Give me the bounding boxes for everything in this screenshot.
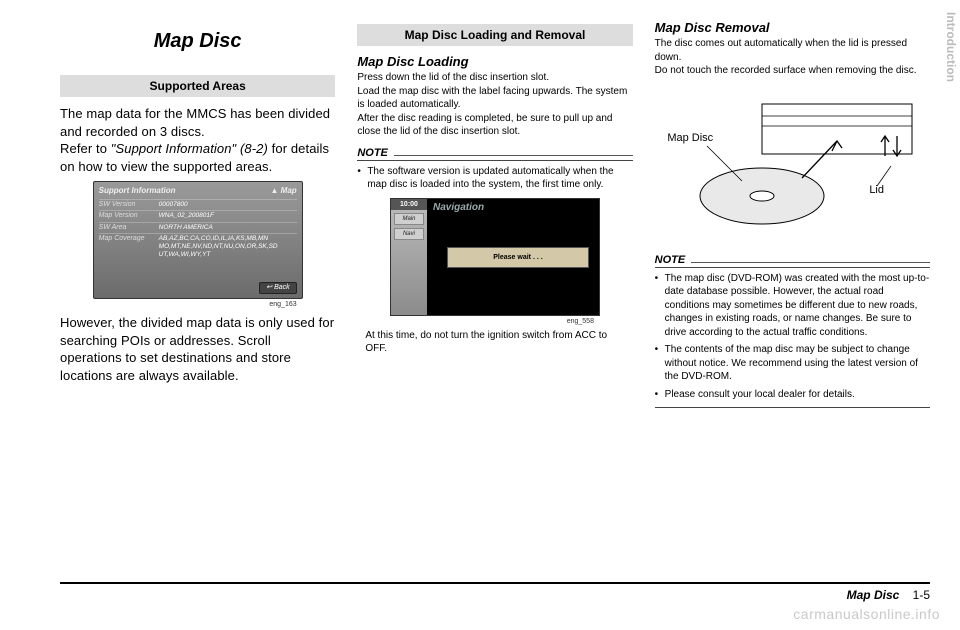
table-row: Map CoverageAB,AZ,BC,CA,CO,ID,IL,IA,KS,M…	[99, 233, 297, 259]
row-val: AB,AZ,BC,CA,CO,ID,IL,IA,KS,MB,MN MO,MT,N…	[159, 235, 297, 258]
footer-title: Map Disc	[847, 588, 900, 602]
subhead-removal: Map Disc Removal	[655, 20, 930, 35]
sidebar-tab-navi: Navi	[394, 228, 424, 240]
loading-p3: After the disc reading is completed, be …	[357, 112, 632, 139]
note-label-text: NOTE	[357, 147, 388, 159]
loading-p1: Press down the lid of the disc insertion…	[357, 71, 632, 85]
section-loading-removal: Map Disc Loading and Removal	[357, 24, 632, 46]
please-wait-screenshot: 10:00 Main Navi Navigation Please wait .…	[390, 198, 600, 325]
clock-label: 10:00	[391, 199, 427, 210]
list-item: Please consult your local dealer for det…	[655, 388, 930, 402]
support-info-screen: Support Information ▲ Map SW Version0000…	[93, 181, 303, 299]
note-end-rule	[655, 407, 930, 408]
please-wait-screen: 10:00 Main Navi Navigation Please wait .…	[390, 198, 600, 316]
column-1: Map Disc Supported Areas The map data fo…	[60, 20, 335, 560]
column-2: Map Disc Loading and Removal Map Disc Lo…	[357, 20, 632, 560]
row-val: NORTH AMERICA	[159, 224, 297, 232]
support-info-caption: eng_163	[93, 301, 297, 308]
row-val: 00007800	[159, 201, 297, 209]
section-tab-label: Introduction	[944, 12, 958, 82]
list-item: The map disc (DVD-ROM) was created with …	[655, 272, 930, 340]
para-1a: The map data for the MMCS has been divid…	[60, 106, 330, 139]
row-key: Map Version	[99, 212, 159, 220]
row-key: Map Coverage	[99, 235, 159, 258]
please-wait-main: Navigation Please wait . . .	[427, 199, 599, 315]
page-footer: Map Disc 1-5	[60, 582, 930, 602]
support-info-table: SW Version00007800 Map VersionWNA_02_200…	[99, 199, 297, 282]
support-info-back-btn: ↩ Back	[259, 282, 296, 294]
note-label-text: NOTE	[655, 254, 686, 266]
please-wait-sidebar: 10:00 Main Navi	[391, 199, 427, 315]
sidebar-tab-main: Main	[394, 213, 424, 225]
support-info-title: Support Information	[99, 186, 176, 196]
para-1b-ref: "Support Information" (8-2)	[111, 141, 268, 156]
ignition-caption: At this time, do not turn the ignition s…	[365, 329, 624, 356]
table-row: Map VersionWNA_02_200801F	[99, 210, 297, 221]
column-3: Map Disc Removal The disc comes out auto…	[655, 20, 930, 560]
watermark: carmanualsonline.info	[793, 606, 940, 622]
loading-notes: The software version is updated automati…	[357, 165, 632, 192]
label-lid: Lid	[869, 184, 884, 196]
subhead-loading: Map Disc Loading	[357, 54, 632, 69]
navigation-label: Navigation	[427, 199, 599, 216]
list-item: The software version is updated automati…	[357, 165, 632, 192]
removal-notes: The map disc (DVD-ROM) was created with …	[655, 272, 930, 402]
para-2: However, the divided map data is only us…	[60, 314, 335, 384]
table-row: SW AreaNORTH AMERICA	[99, 222, 297, 233]
support-info-map-btn: ▲ Map	[271, 186, 297, 196]
para-1b-pre: Refer to	[60, 141, 111, 156]
section-supported-areas: Supported Areas	[60, 75, 335, 97]
footer-page-number: 1-5	[913, 588, 930, 602]
note-heading: NOTE	[357, 147, 632, 161]
page-title: Map Disc	[60, 30, 335, 53]
removal-p1: The disc comes out automatically when th…	[655, 37, 930, 64]
page: Introduction Map Disc Supported Areas Th…	[0, 0, 960, 630]
supported-areas-text: The map data for the MMCS has been divid…	[60, 105, 335, 175]
row-val: WNA_02_200801F	[159, 212, 297, 220]
content-columns: Map Disc Supported Areas The map data fo…	[60, 20, 930, 560]
table-row: SW Version00007800	[99, 199, 297, 210]
please-wait-msg: Please wait . . .	[447, 247, 589, 268]
support-info-header: Support Information ▲ Map	[99, 186, 297, 196]
disc-figure: Map Disc Lid	[667, 86, 917, 246]
section-tab: Introduction	[942, 8, 960, 86]
list-item: The contents of the map disc may be subj…	[655, 343, 930, 384]
label-map-disc: Map Disc	[667, 132, 713, 144]
row-key: SW Area	[99, 224, 159, 232]
please-wait-caption: eng_558	[390, 318, 594, 325]
note-heading: NOTE	[655, 254, 930, 268]
removal-p2: Do not touch the recorded surface when r…	[655, 64, 930, 78]
disc-drawing	[667, 86, 917, 246]
support-info-screenshot: Support Information ▲ Map SW Version0000…	[93, 181, 303, 308]
row-key: SW Version	[99, 201, 159, 209]
loading-p2: Load the map disc with the label facing …	[357, 85, 632, 112]
